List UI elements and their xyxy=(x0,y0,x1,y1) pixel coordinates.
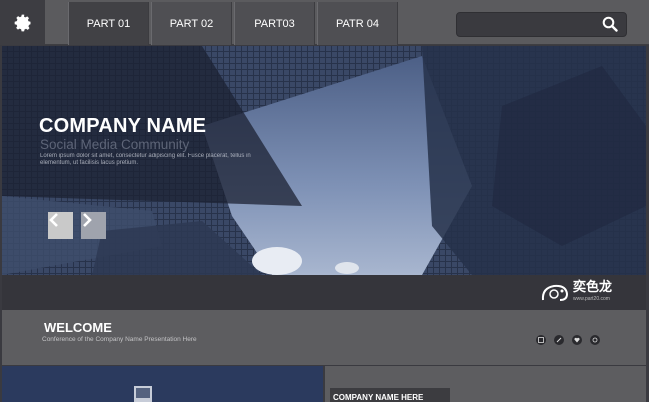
social-link-rss[interactable] xyxy=(536,335,546,345)
social-link-chain[interactable] xyxy=(554,335,564,345)
building-image xyxy=(2,366,323,402)
search-box xyxy=(456,12,627,37)
gear-icon xyxy=(14,14,30,31)
hero-subtitle: Social Media Community xyxy=(40,137,190,152)
brand-title: 奕色龙 xyxy=(573,279,613,294)
brand-logo[interactable]: 奕色龙 www.part20.com xyxy=(540,280,612,306)
search-button[interactable] xyxy=(602,16,618,37)
heart-icon xyxy=(574,337,580,343)
brand-url: www.part20.com xyxy=(573,296,610,302)
search-input[interactable] xyxy=(465,17,595,33)
top-bar: PART 01 PART 02 PART03 PATR 04 xyxy=(0,0,649,45)
nav-item-part-04[interactable]: PATR 04 xyxy=(317,2,398,45)
link-icon xyxy=(556,337,562,343)
chevron-right-icon xyxy=(83,213,92,227)
chevron-left-icon xyxy=(49,213,58,227)
slider-next-button[interactable] xyxy=(81,212,106,239)
welcome-title: WELCOME xyxy=(44,320,112,335)
bottom-panel-label: COMPANY NAME HERE xyxy=(330,388,450,402)
share-icon xyxy=(592,337,598,343)
slider-prev-button[interactable] xyxy=(48,212,73,239)
search-icon xyxy=(602,16,618,32)
hero-banner: COMPANY NAME Social Media Community Lore… xyxy=(2,46,646,275)
nav-item-part-01[interactable]: PART 01 xyxy=(68,2,149,45)
brand-name: 奕色龙 www.part20.com xyxy=(573,280,612,306)
social-link-like[interactable] xyxy=(572,335,582,345)
bottom-text-panel: COMPANY NAME HERE xyxy=(325,366,646,402)
welcome-subtitle: Conference of the Company Name Presentat… xyxy=(42,336,197,343)
main-nav: PART 01 PART 02 PART03 PATR 04 xyxy=(68,2,400,45)
social-links xyxy=(536,335,608,345)
social-link-share[interactable] xyxy=(590,335,600,345)
hero-body-text: Lorem ipsum dolor sit amet, consectetur … xyxy=(40,153,251,166)
nav-item-part-02[interactable]: PART 02 xyxy=(151,2,232,45)
chameleon-logo-icon xyxy=(541,284,569,301)
nav-item-part-03[interactable]: PART03 xyxy=(234,2,315,45)
settings-button[interactable] xyxy=(0,0,45,45)
bottom-image-panel xyxy=(2,366,323,402)
brand-band: 奕色龙 www.part20.com xyxy=(2,275,646,310)
welcome-section: WELCOME Conference of the Company Name P… xyxy=(2,310,646,365)
rss-icon xyxy=(538,337,544,343)
hero-title: COMPANY NAME xyxy=(39,115,207,137)
